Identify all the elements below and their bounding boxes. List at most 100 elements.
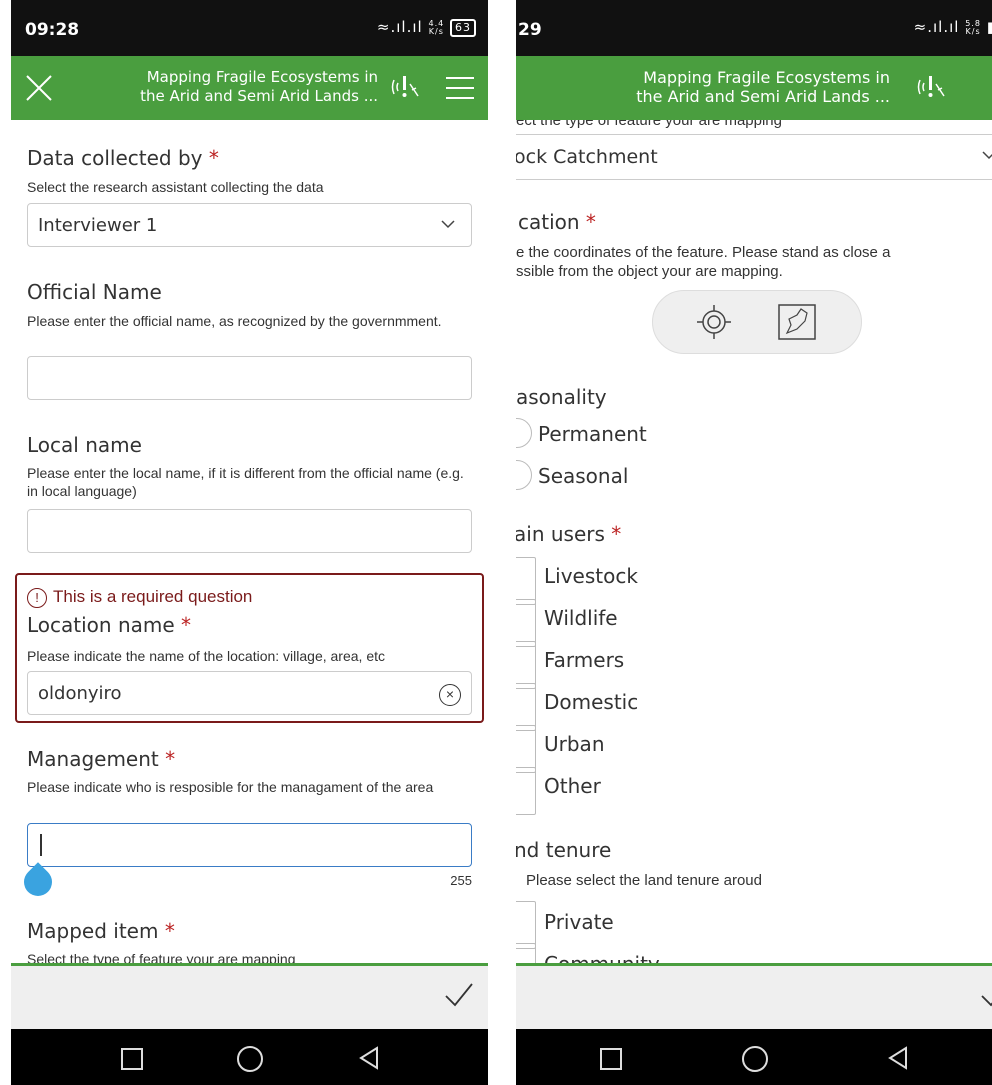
option-label: Permanent xyxy=(538,422,647,446)
select-value: Interviewer 1 xyxy=(38,215,158,236)
question-label: Management * xyxy=(27,747,176,771)
recent-apps-icon[interactable] xyxy=(121,1048,143,1070)
close-icon[interactable] xyxy=(25,74,53,102)
question-label: Location name * xyxy=(27,613,192,637)
status-icons: ≈.ıl.ıl 4.4 K/s 63 xyxy=(377,18,476,37)
status-time: 09:28 xyxy=(25,20,80,40)
location-name-error-box: ! This is a required question Location na… xyxy=(15,573,484,723)
form-footer xyxy=(516,963,992,1032)
status-bar: 29 ≈.ıl.ıl 5.8 K/s ▮ xyxy=(516,0,992,56)
required-marker: * xyxy=(585,210,596,234)
app-bar: Mapping Fragile Ecosystems in the Arid a… xyxy=(516,56,992,120)
question-hint: Please indicate who is resposible for th… xyxy=(27,779,434,795)
checkbox-domestic[interactable] xyxy=(516,683,536,731)
survey-title: Mapping Fragile Ecosystems in the Arid a… xyxy=(536,68,890,106)
option-label: Livestock xyxy=(544,564,638,588)
submit-check-icon[interactable] xyxy=(444,980,474,1010)
status-bar: 09:28 ≈.ıl.ıl 4.4 K/s 63 xyxy=(11,0,488,56)
management-input[interactable] xyxy=(27,823,472,867)
option-label: Farmers xyxy=(544,648,625,672)
question-label: asonality xyxy=(516,385,607,409)
right-phone-screen: 29 ≈.ıl.ıl 5.8 K/s ▮ Mapping Fragile Ecos… xyxy=(516,0,992,1085)
radio-seasonal[interactable] xyxy=(516,460,532,490)
option-label: Wildlife xyxy=(544,606,618,630)
signal-icon: .ıl.ıl xyxy=(390,18,423,36)
question-hint: Please select the land tenure aroud xyxy=(526,872,762,889)
chevron-down-icon xyxy=(441,220,455,229)
question-label: Official Name xyxy=(27,280,162,304)
question-label: Data collected by * xyxy=(27,146,219,170)
android-nav-bar xyxy=(516,1029,992,1085)
home-icon[interactable] xyxy=(742,1046,768,1072)
input-value: oldonyiro xyxy=(38,683,122,704)
back-icon[interactable] xyxy=(357,1046,381,1070)
gps-satellite-icon[interactable] xyxy=(388,70,422,104)
question-label: Local name xyxy=(27,433,142,457)
title-line-1: Mapping Fragile Ecosystems in xyxy=(146,68,378,86)
option-label: Other xyxy=(544,774,601,798)
option-label: Urban xyxy=(544,732,605,756)
map-icon[interactable] xyxy=(777,303,817,341)
checkbox-wildlife[interactable] xyxy=(516,599,536,647)
official-name-input[interactable] xyxy=(27,356,472,400)
survey-title: Mapping Fragile Ecosystems in the Arid a… xyxy=(71,68,378,106)
required-marker: * xyxy=(164,919,175,943)
question-hint: Select the research assistant collecting… xyxy=(27,179,324,195)
crosshair-icon[interactable] xyxy=(695,303,733,341)
form-footer xyxy=(11,963,488,1032)
chevron-down-icon xyxy=(982,151,992,160)
question-hint: ssible from the object your are mapping. xyxy=(516,263,783,280)
local-name-input[interactable] xyxy=(27,509,472,553)
checkbox-farmers[interactable] xyxy=(516,641,536,689)
checkbox-private[interactable] xyxy=(516,901,536,949)
question-hint: Please enter the official name, as recog… xyxy=(27,313,442,329)
alert-icon: ! xyxy=(27,588,47,608)
title-line-2: the Arid and Semi Arid Lands ... xyxy=(636,87,890,106)
left-phone-screen: 09:28 ≈.ıl.ıl 4.4 K/s 63 Mapping Fragile … xyxy=(11,0,488,1085)
form-content: ect the type of feature your are mapping… xyxy=(516,120,992,969)
gps-satellite-icon[interactable] xyxy=(914,70,948,104)
wifi-icon: ≈ xyxy=(376,18,391,36)
question-label: cation * xyxy=(518,210,596,234)
menu-icon[interactable] xyxy=(446,77,474,99)
question-hint: Please indicate the name of the location… xyxy=(27,648,385,664)
wifi-icon: ≈ xyxy=(913,18,928,36)
data-collected-select[interactable]: Interviewer 1 xyxy=(27,203,472,247)
checkbox-urban[interactable] xyxy=(516,725,536,773)
status-icons: ≈.ıl.ıl 5.8 K/s ▮ xyxy=(914,18,992,36)
error-message: ! This is a required question xyxy=(27,587,252,608)
select-value: ock Catchment xyxy=(516,146,658,168)
location-name-input[interactable]: oldonyiro × xyxy=(27,671,472,715)
network-speed: 5.8 K/s xyxy=(965,18,981,36)
radio-permanent[interactable] xyxy=(516,418,532,448)
clear-icon[interactable]: × xyxy=(439,684,461,706)
question-hint: Please enter the local name, if it is di… xyxy=(27,465,464,499)
form-content: Data collected by * Select the research … xyxy=(11,120,488,969)
required-marker: * xyxy=(165,747,176,771)
text-cursor xyxy=(40,834,42,856)
question-label: nd tenure xyxy=(516,838,612,862)
status-time: 29 xyxy=(518,20,542,40)
mapped-item-select[interactable]: ock Catchment xyxy=(516,134,992,180)
question-label: Mapped item * xyxy=(27,919,175,943)
recent-apps-icon[interactable] xyxy=(600,1048,622,1070)
battery-icon: ▮ xyxy=(986,18,992,36)
text-selection-handle[interactable] xyxy=(18,862,58,902)
required-marker: * xyxy=(611,522,622,546)
title-line-2: the Arid and Semi Arid Lands ... xyxy=(140,87,378,105)
android-nav-bar xyxy=(11,1029,488,1085)
question-hint: ect the type of feature your are mapping xyxy=(516,120,782,129)
title-line-1: Mapping Fragile Ecosystems in xyxy=(643,68,890,87)
back-icon[interactable] xyxy=(886,1046,910,1070)
signal-icon: .ıl.ıl xyxy=(927,18,960,36)
battery-icon: 63 xyxy=(450,18,476,37)
checkbox-other[interactable] xyxy=(516,767,536,815)
network-speed: 4.4 K/s xyxy=(428,18,445,36)
checkbox-livestock[interactable] xyxy=(516,557,536,605)
home-icon[interactable] xyxy=(237,1046,263,1072)
required-marker: * xyxy=(181,613,192,637)
option-label: Private xyxy=(544,910,614,934)
submit-check-icon[interactable] xyxy=(980,980,992,1010)
character-counter: 255 xyxy=(450,873,472,888)
app-bar: Mapping Fragile Ecosystems in the Arid a… xyxy=(11,56,488,120)
